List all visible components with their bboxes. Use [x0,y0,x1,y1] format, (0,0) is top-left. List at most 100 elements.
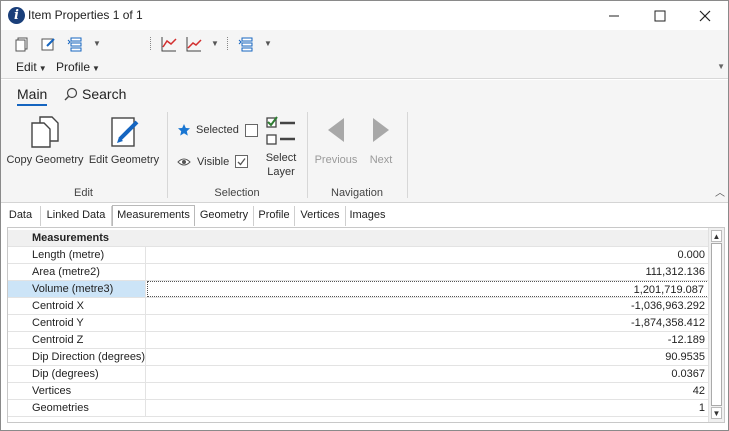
edit-geometry-icon [41,37,55,50]
close-icon [699,10,711,21]
next-label: Next [369,154,393,166]
copy-geometry-icon [31,116,59,148]
qat-chart-button[interactable] [184,34,204,53]
tab-main[interactable]: Main [17,86,48,106]
ribbon-separator [407,112,408,198]
qat-profile-chart-button[interactable] [159,34,179,53]
table-row[interactable]: Dip Direction (degrees) 90.9535 [8,349,709,366]
window-title: Item Properties 1 of 1 [28,8,143,22]
tab-linked-data[interactable]: Linked Data [41,206,112,226]
grid-category-header[interactable]: Measurements [8,230,709,247]
edit-geometry-label: Edit Geometry [88,154,160,166]
qat-select-layer-button[interactable] [65,34,85,53]
arrow-left-icon [328,118,344,142]
property-name: Centroid Y [8,315,146,331]
select-layer-icon [67,37,82,51]
table-row-selected[interactable]: Volume (metre3) 1,201,719.087 [8,281,709,298]
table-row[interactable]: Geometries 1 [8,400,709,417]
visible-checkbox[interactable] [235,155,249,168]
table-row[interactable]: Centroid Z -12.189 [8,332,709,349]
qat-edit-geometry-button[interactable] [38,34,58,53]
previous-label: Previous [314,154,358,166]
tab-data[interactable]: Data [1,206,41,226]
select-layer-icon [238,37,253,51]
previous-button[interactable]: Previous [312,116,360,167]
property-value: 0.0367 [671,368,705,380]
group-label-navigation: Navigation [331,187,383,199]
menu-edit[interactable]: Edit ▼ [16,60,47,74]
visible-toggle[interactable]: Visible [177,155,249,168]
property-value: -1,036,963.292 [630,300,705,312]
tab-geometry[interactable]: Geometry [195,206,254,226]
property-name: Area (metre2) [8,264,146,280]
property-value: 111,312.136 [645,266,705,278]
selected-checkbox[interactable] [244,123,258,137]
table-row[interactable]: Centroid Y -1,874,358.412 [8,315,709,332]
tab-measurements[interactable]: Measurements [112,205,195,226]
menu-profile[interactable]: Profile ▼ [56,60,100,74]
property-name: Length (metre) [8,247,146,263]
toolbar-overflow-icon[interactable]: ▼ [717,62,725,71]
close-button[interactable] [682,1,728,30]
minimize-button[interactable] [591,1,637,30]
qat-copy-geometry-button[interactable] [12,34,32,53]
search-icon [64,87,78,101]
selected-toggle[interactable]: Selected [177,123,258,137]
copy-geometry-button[interactable]: Copy Geometry [5,114,85,167]
property-name: Centroid Z [8,332,146,348]
copy-geometry-icon [15,37,28,51]
table-row[interactable]: Length (metre) 0.000 [8,247,709,264]
qat-separator [227,37,229,50]
tab-images[interactable]: Images [346,206,389,226]
ribbon-separator [307,112,308,198]
tab-search[interactable]: Search [64,86,126,102]
table-row[interactable]: Area (metre2) 111,312.136 [8,264,709,281]
maximize-icon [654,10,666,21]
property-value: -12.189 [667,334,705,346]
tab-search-label: Search [82,86,127,102]
table-row[interactable]: Dip (degrees) 0.0367 [8,366,709,383]
qat-dropdown-arrow[interactable]: ▼ [93,39,101,48]
next-button[interactable]: Next [363,116,399,167]
chevron-down-icon: ▼ [38,64,47,73]
eye-icon [177,158,191,165]
qat-dropdown-arrow-2[interactable]: ▼ [264,39,272,48]
menu-profile-label: Profile [56,60,91,74]
property-value: 1,201,719.087 [147,281,709,297]
qat-select-layer-button-2[interactable] [236,34,256,53]
tab-vertices[interactable]: Vertices [295,206,346,226]
select-layer-button[interactable]: Select Layer [259,116,303,179]
menu-edit-label: Edit [16,60,37,74]
table-row[interactable]: Vertices 42 [8,383,709,400]
collapse-ribbon-icon[interactable]: ︿ [715,184,725,199]
group-label-selection: Selection [214,187,260,199]
measurements-grid: Measurements Length (metre) 0.000 Area (… [7,227,725,423]
property-name: Volume (metre3) [8,281,146,297]
scroll-down-icon[interactable]: ▼ [711,407,722,419]
table-row[interactable]: Centroid X -1,036,963.292 [8,298,709,315]
qat-separator [150,37,152,50]
chevron-down-icon: ▼ [92,64,100,73]
ribbon: Main Search Copy Geometry Edit Geometry … [1,80,728,203]
property-name: Geometries [8,400,146,416]
title-bar: i Item Properties 1 of 1 [1,1,728,30]
property-name: Vertices [8,383,146,399]
property-name: Dip (degrees) [8,366,146,382]
quick-access-toolbar: ▼ ▼ ▼ [1,30,728,57]
tab-profile[interactable]: Profile [254,206,295,226]
scroll-up-icon[interactable]: ▲ [711,230,722,242]
select-layer-label-line1: Select [265,152,297,164]
vertical-scrollbar[interactable]: ▲ ▼ [708,228,724,422]
group-label-edit: Edit [74,187,93,199]
arrow-right-icon [373,118,389,142]
property-value: 90.9535 [665,351,705,363]
property-value: -1,874,358.412 [630,317,705,329]
edit-geometry-button[interactable]: Edit Geometry [87,114,161,167]
scrollbar-thumb[interactable] [711,243,722,406]
line-chart-icon [186,36,202,51]
qat-chart-dropdown-arrow[interactable]: ▼ [211,39,219,48]
property-name: Dip Direction (degrees) [8,349,146,365]
ribbon-separator [167,112,168,198]
item-properties-window: i Item Properties 1 of 1 ▼ ▼ ▼ Edit ▼ Pr… [0,0,729,431]
maximize-button[interactable] [637,1,683,30]
